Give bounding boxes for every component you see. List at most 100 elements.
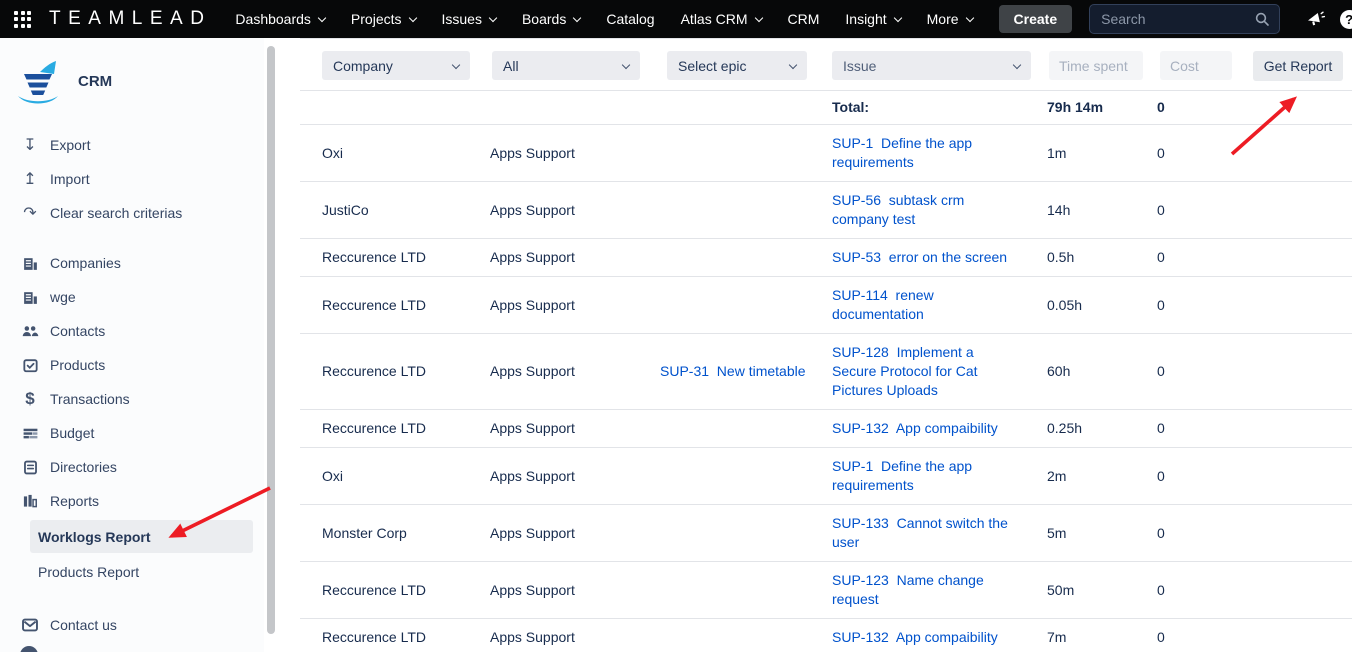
- nav-item-crm[interactable]: CRM: [788, 11, 820, 27]
- project-cell: Apps Support: [490, 239, 660, 276]
- sidebar-item-worklogs-report[interactable]: Worklogs Report: [30, 520, 253, 553]
- sidebar-app-title: CRM: [78, 73, 112, 90]
- cost-cell: 0: [1157, 135, 1247, 172]
- issue-cell: SUP-123 Name change request: [832, 562, 1047, 618]
- issue-link[interactable]: SUP-1 Define the app requirements: [832, 135, 972, 170]
- issue-link[interactable]: SUP-128 Implement a Secure Protocol for …: [832, 344, 978, 398]
- nav-item-dashboards[interactable]: Dashboards: [235, 11, 325, 27]
- crm-logo-row: CRM: [0, 56, 264, 106]
- app-switcher-icon[interactable]: [14, 11, 31, 28]
- brand-logo[interactable]: TEAMLEAD: [49, 8, 211, 30]
- building-icon: [20, 255, 40, 272]
- export-icon: ↧: [20, 135, 40, 155]
- chevron-down-icon: [489, 13, 497, 21]
- issue-filter-select[interactable]: Issue: [832, 51, 1031, 80]
- project-cell: Apps Support: [490, 458, 660, 495]
- create-button[interactable]: Create: [999, 5, 1073, 33]
- time-spent-cell: 0.25h: [1047, 410, 1157, 447]
- sidebar-item-directories[interactable]: Directories: [0, 450, 264, 484]
- issue-link[interactable]: SUP-123 Name change request: [832, 572, 984, 607]
- time-spent-cell: 1m: [1047, 135, 1157, 172]
- sidebar-item-companies[interactable]: Companies: [0, 246, 264, 280]
- sidebar-item-wge[interactable]: wge: [0, 280, 264, 314]
- sidebar-item-products[interactable]: Products: [0, 348, 264, 382]
- table-row: Reccurence LTDApps SupportSUP-53 error o…: [300, 239, 1352, 277]
- issue-link[interactable]: SUP-114 renew documentation: [832, 287, 934, 322]
- sidebar-item-contacts[interactable]: Contacts: [0, 314, 264, 348]
- cost-cell: 0: [1157, 353, 1247, 390]
- nav-item-catalog[interactable]: Catalog: [606, 11, 654, 27]
- nav-item-atlas-crm[interactable]: Atlas CRM: [681, 11, 762, 27]
- sidebar-item-reports[interactable]: Reports: [0, 484, 264, 518]
- issue-cell: SUP-133 Cannot switch the user: [832, 505, 1047, 561]
- epic-cell: [660, 296, 832, 314]
- nav-item-insight[interactable]: Insight: [845, 11, 900, 27]
- issue-cell: SUP-53 error on the screen: [832, 239, 1047, 276]
- table-row: Reccurence LTDApps SupportSUP-132 App co…: [300, 410, 1352, 448]
- project-cell: Apps Support: [490, 192, 660, 229]
- sidebar-item-import[interactable]: ↥ Import: [0, 162, 264, 196]
- announcements-icon[interactable]: [1302, 6, 1328, 32]
- help-icon[interactable]: ?: [1336, 6, 1352, 32]
- table-row: Reccurence LTDApps SupportSUP-114 renew …: [300, 277, 1352, 334]
- sidebar-item-contact-us[interactable]: Contact us: [0, 608, 264, 642]
- issue-cell: SUP-128 Implement a Secure Protocol for …: [832, 334, 1047, 409]
- chevron-down-icon: [1013, 60, 1021, 68]
- cost-cell: 0: [1157, 287, 1247, 324]
- time-spent-cell: 14h: [1047, 192, 1157, 229]
- cost-cell: 0: [1157, 458, 1247, 495]
- chevron-down-icon: [573, 13, 581, 21]
- issue-link[interactable]: SUP-133 Cannot switch the user: [832, 515, 1008, 550]
- issue-link[interactable]: SUP-56 subtask crm company test: [832, 192, 964, 227]
- table-row: Reccurence LTDApps SupportSUP-132 App co…: [300, 619, 1352, 652]
- cost-cell: 0: [1157, 410, 1247, 447]
- company-filter-select[interactable]: Company: [322, 51, 470, 80]
- sidebar-item-budget[interactable]: Budget: [0, 416, 264, 450]
- issue-cell: SUP-1 Define the app requirements: [832, 125, 1047, 181]
- project-filter-select[interactable]: All: [492, 51, 640, 80]
- time-spent-cell: 50m: [1047, 572, 1157, 609]
- project-cell: Apps Support: [490, 287, 660, 324]
- get-report-button[interactable]: Get Report: [1253, 51, 1343, 81]
- issue-link[interactable]: SUP-53 error on the screen: [832, 249, 1007, 265]
- epic-cell: [660, 524, 832, 542]
- epic-cell: [660, 420, 832, 438]
- sidebar-item-transactions[interactable]: $ Transactions: [0, 382, 264, 416]
- epic-cell: SUP-31 New timetable: [660, 353, 832, 390]
- company-cell: Reccurence LTD: [300, 619, 490, 652]
- project-cell: Apps Support: [490, 353, 660, 390]
- chevron-down-icon: [754, 13, 762, 21]
- sidebar-item-export[interactable]: ↧ Export: [0, 128, 264, 162]
- nav-item-more[interactable]: More: [927, 11, 973, 27]
- filter-row: Company All Select epic Issue Get Report: [300, 38, 1352, 91]
- table-row: JustiCoApps SupportSUP-56 subtask crm co…: [300, 182, 1352, 239]
- chevron-down-icon: [318, 13, 326, 21]
- issue-cell: SUP-132 App compaibility: [832, 410, 1047, 447]
- nav-item-boards[interactable]: Boards: [522, 11, 580, 27]
- cost-input[interactable]: [1160, 51, 1232, 80]
- time-spent-cell: 60h: [1047, 353, 1157, 390]
- search-input[interactable]: [1099, 10, 1254, 28]
- search-box[interactable]: [1089, 4, 1280, 34]
- epic-link[interactable]: SUP-31 New timetable: [660, 363, 806, 379]
- nav-right-group: Create ? ⚙: [999, 4, 1352, 34]
- issue-link[interactable]: SUP-132 App compaibility: [832, 629, 998, 645]
- epic-cell: [660, 581, 832, 599]
- table-row: OxiApps SupportSUP-1 Define the app requ…: [300, 125, 1352, 182]
- sidebar-scrollbar[interactable]: [264, 38, 278, 652]
- epic-filter-select[interactable]: Select epic: [667, 51, 807, 80]
- issue-link[interactable]: SUP-132 App compaibility: [832, 420, 998, 436]
- time-spent-input[interactable]: [1049, 51, 1143, 80]
- epic-cell: [660, 144, 832, 162]
- time-spent-cell: 0.5h: [1047, 239, 1157, 276]
- sidebar: CRM ↧ Export ↥ Import ↷ Clear search cri…: [0, 38, 264, 652]
- issue-cell: SUP-114 renew documentation: [832, 277, 1047, 333]
- sidebar-item-clear-search[interactable]: ↷ Clear search criterias: [0, 196, 264, 230]
- sidebar-item-products-report[interactable]: Products Report: [30, 555, 258, 588]
- scrollbar-thumb[interactable]: [267, 46, 275, 634]
- company-cell: Oxi: [300, 458, 490, 495]
- nav-item-projects[interactable]: Projects: [351, 11, 416, 27]
- building-icon: [20, 289, 40, 306]
- issue-link[interactable]: SUP-1 Define the app requirements: [832, 458, 972, 493]
- nav-item-issues[interactable]: Issues: [442, 11, 496, 27]
